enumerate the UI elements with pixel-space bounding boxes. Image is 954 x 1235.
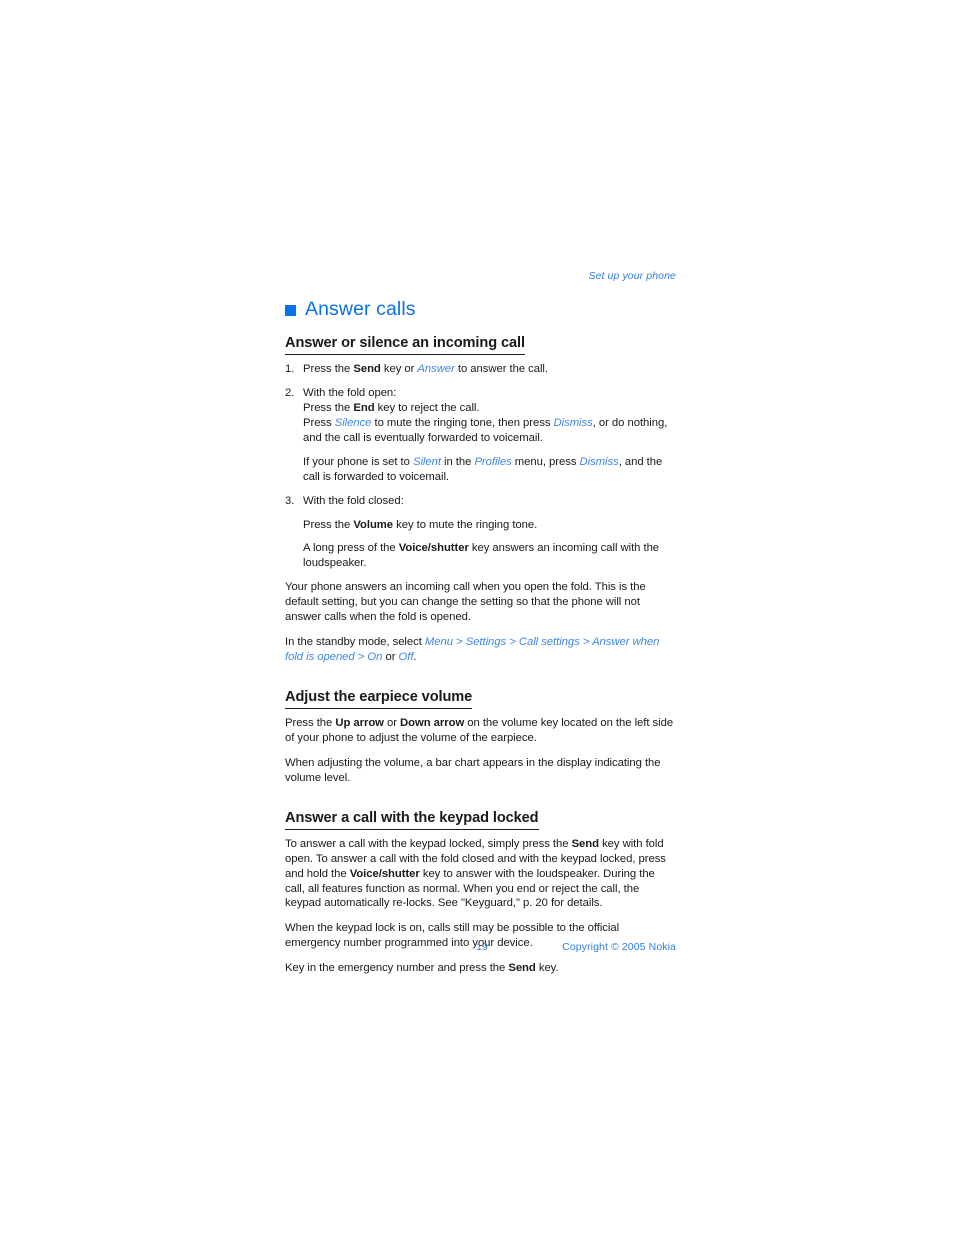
text-run: To answer a call with the keypad locked,… (285, 837, 572, 850)
chapter-title-text: Answer calls (305, 297, 416, 320)
text-run: in the (440, 455, 475, 468)
ui-label: Call settings (518, 635, 580, 648)
text-run: key. (535, 962, 559, 975)
text-run: Press the (303, 518, 354, 531)
key-name: Voice/shutter (398, 542, 469, 555)
text-run: or (383, 717, 401, 729)
text-run: With the fold closed: (303, 494, 404, 507)
path-separator: > (579, 635, 593, 648)
key-name: Up arrow (335, 717, 384, 729)
text-run: Key in the emergency number and press th… (285, 962, 509, 975)
key-name: Send (571, 837, 599, 850)
chapter-title: Answer calls (285, 297, 676, 320)
step-line: Press Silence to mute the ringing tone, … (303, 416, 676, 446)
key-name: Send (353, 363, 381, 376)
body-paragraph: Press the Up arrow or Down arrow on the … (285, 716, 676, 746)
section-heading: Answer a call with the keypad locked (285, 809, 539, 830)
list-item: 1. Press the Send key or Answer to answer… (285, 362, 676, 377)
text-run: In the standby mode, select (285, 635, 425, 648)
text-run: or (382, 650, 399, 663)
text-run: key to mute the ringing tone. (393, 518, 538, 531)
step-number: 3. (285, 494, 295, 507)
section-heading-wrap: Answer or silence an incoming call (285, 334, 676, 362)
text-run: to answer the call. (454, 363, 548, 376)
text-run: Press the (303, 363, 354, 376)
ui-label: Menu (424, 635, 453, 648)
step-list: 1. Press the Send key or Answer to answer… (285, 362, 676, 571)
text-run: Press (303, 416, 335, 429)
key-name: Volume (353, 518, 394, 531)
list-item: 3. With the fold closed: Press the Volume … (285, 494, 676, 572)
ui-label: Silence (334, 416, 372, 429)
page-footer: 19 Copyright © 2005 Nokia (285, 941, 676, 957)
text-run: A long press of the (303, 542, 399, 555)
document-page: Set up your phone Answer calls Answer or… (0, 0, 954, 1235)
text-run: Your phone answers an incoming call when… (285, 581, 646, 624)
section-heading-wrap: Adjust the earpiece volume (285, 688, 676, 716)
key-name: Send (508, 962, 536, 975)
page-number: 19 (476, 941, 489, 953)
ui-label: Settings (465, 635, 507, 648)
ui-label: Dismiss (579, 455, 619, 468)
copyright-notice: Copyright © 2005 Nokia (562, 941, 676, 953)
step-number: 1. (285, 363, 295, 376)
sections-container: Answer or silence an incoming call 1. Pres… (285, 334, 676, 976)
step-number: 2. (285, 387, 295, 400)
ui-label: Off (398, 650, 414, 663)
key-name: End (353, 402, 375, 415)
section-heading-wrap: Answer a call with the keypad locked (285, 809, 676, 837)
text-run: key to reject the call. (374, 402, 480, 415)
key-name: Down arrow (400, 717, 465, 729)
text-run: . (413, 650, 417, 663)
text-run: If your phone is set to (303, 455, 413, 468)
document-section: Adjust the earpiece volume Press the Up a… (285, 688, 676, 786)
step-block: A long press of the Voice/shutter key an… (303, 541, 676, 571)
document-section: Answer or silence an incoming call 1. Pres… (285, 334, 676, 665)
body-paragraph: When adjusting the volume, a bar chart a… (285, 756, 676, 786)
text-run: to mute the ringing tone, then press (371, 416, 554, 429)
ui-label: Profiles (474, 455, 512, 468)
path-separator: > (354, 650, 368, 663)
square-bullet-icon (285, 304, 296, 316)
text-run: Press the (285, 717, 336, 729)
page-content: Set up your phone Answer calls Answer or… (285, 270, 676, 986)
key-name: Voice/shutter (349, 867, 420, 880)
body-paragraph: Key in the emergency number and press th… (285, 961, 676, 976)
body-paragraph: To answer a call with the keypad locked,… (285, 837, 676, 912)
path-separator: > (506, 635, 519, 648)
path-separator: > (452, 635, 466, 648)
section-heading: Adjust the earpiece volume (285, 688, 472, 709)
body-paragraph: In the standby mode, select Menu > Setti… (285, 635, 676, 665)
body-paragraph: Your phone answers an incoming call when… (285, 580, 676, 625)
text-run: key or (380, 363, 418, 376)
text-run: When adjusting the volume, a bar chart a… (285, 756, 661, 784)
ui-label: Answer (417, 363, 455, 376)
ui-label: On (367, 650, 383, 663)
text-run: With the fold open: (303, 387, 397, 400)
step-block: Press the Volume key to mute the ringing… (303, 518, 676, 533)
text-run: Press the (303, 402, 354, 415)
list-item: 2. With the fold open: Press the End key t… (285, 386, 676, 484)
step-line: Press the Send key or Answer to answer t… (303, 362, 676, 377)
step-line: With the fold open: (303, 386, 676, 401)
text-run: menu, press (511, 455, 580, 468)
step-block: If your phone is set to Silent in the Pr… (303, 455, 676, 485)
step-line: Press the End key to reject the call. (303, 401, 676, 416)
ui-label: Dismiss (553, 416, 593, 429)
step-line: With the fold closed: (303, 494, 676, 509)
ui-label: Silent (412, 455, 441, 468)
running-head: Set up your phone (588, 270, 676, 282)
section-heading: Answer or silence an incoming call (285, 334, 525, 356)
